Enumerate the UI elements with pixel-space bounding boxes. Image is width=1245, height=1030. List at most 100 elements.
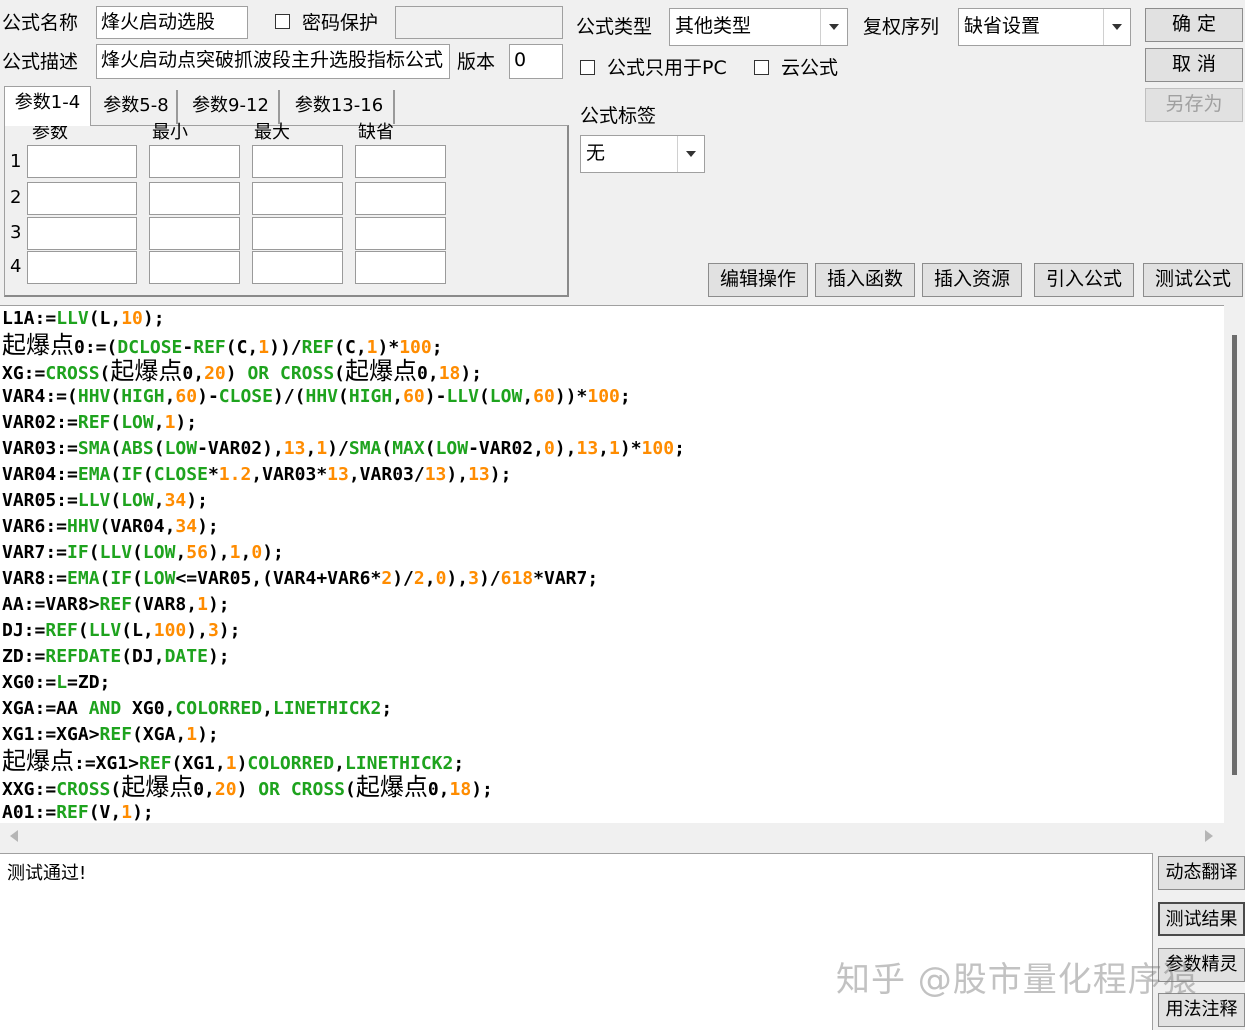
code-token: - [182,337,194,358]
edit-operations-button[interactable]: 编辑操作 [708,263,808,297]
code-token: 10 [121,308,143,329]
code-token: 0 [251,542,263,563]
cloud-checkbox[interactable] [754,60,769,75]
code-line: VAR05:=LLV(LOW,34); [2,488,208,514]
param-default-input[interactable] [355,217,446,250]
param-name-input[interactable] [27,217,137,250]
code-token: )/ [392,568,414,589]
scrollbar-thumb[interactable] [1232,335,1237,775]
param-name-input[interactable] [27,182,137,215]
code-line: VAR4:=(HHV(HIGH,60)-CLOSE)/(HHV(HIGH,60)… [2,384,631,410]
code-token: 13 [327,464,349,485]
code-token: , [392,386,404,407]
code-token: (DJ, [121,646,165,667]
param-min-input[interactable] [149,182,240,215]
scroll-left-icon[interactable] [10,830,18,842]
cancel-button[interactable]: 取 消 [1145,48,1243,82]
param-max-input[interactable] [252,217,343,250]
code-token: VAR4:=( [2,386,78,407]
horizontal-scrollbar[interactable] [0,823,1245,849]
code-token: )* [377,337,400,358]
code-token: 起爆点 [2,331,74,359]
test-formula-button[interactable]: 测试公式 [1143,263,1243,297]
restore-select[interactable]: 缺省设置 [958,8,1131,46]
password-input[interactable] [395,6,563,39]
code-token: ); [262,542,284,563]
dynamic-translate-button[interactable]: 动态翻译 [1158,856,1245,890]
code-token: ); [142,308,165,329]
code-token: LLV [77,490,111,511]
param-max-input[interactable] [252,145,343,178]
code-token: ( [132,568,143,589]
output-panel[interactable]: 测试通过! [0,853,1153,1030]
tab-params-1-4[interactable]: 参数1-4 [4,86,91,126]
chevron-down-icon[interactable] [677,136,704,172]
save-as-button[interactable]: 另存为 [1145,88,1243,122]
insert-function-button[interactable]: 插入函数 [815,263,915,297]
password-checkbox[interactable] [275,14,290,29]
formula-name-input[interactable]: 烽火启动选股 [96,6,248,39]
code-token: ); [218,620,241,641]
code-token: ( [424,438,436,459]
param-row-number: 2 [10,187,22,208]
code-token: 2 [381,568,393,589]
param-name-input[interactable] [27,251,137,284]
code-token: 34 [164,490,187,511]
formula-tag-select[interactable]: 无 [580,135,705,173]
code-token: 60 [175,386,198,407]
code-token: LLV [446,386,479,407]
param-default-input[interactable] [355,145,446,178]
param-row-number: 4 [10,256,22,277]
code-token: VAR02:= [2,412,78,433]
code-line: L1A:=LLV(L,10); [2,306,165,332]
code-token: )/ [478,568,501,589]
param-name-input[interactable] [27,145,137,178]
code-token: -VAR02), [197,438,284,459]
code-token: LINETHICK2 [272,698,382,719]
code-editor[interactable]: L1A:=LLV(L,10); 起爆点0:=(DCLOSE-REF(C,1))/R… [0,305,1224,824]
import-formula-button[interactable]: 引入公式 [1034,263,1134,297]
code-token: , [424,568,436,589]
formula-desc-input[interactable]: 烽火启动点突破抓波段主升选股指标公式 [96,44,450,79]
tab-params-13-16[interactable]: 参数13-16 [285,90,395,124]
code-token: ); [489,464,512,485]
version-input[interactable]: 0 [509,44,563,79]
param-default-input[interactable] [355,251,446,284]
param-max-input[interactable] [252,251,343,284]
param-min-input[interactable] [149,251,240,284]
code-token: (L, [88,308,122,329]
pc-only-checkbox[interactable] [580,60,595,75]
code-token: ( [99,568,111,589]
code-token: 1 [164,412,176,433]
code-token: ( [110,490,122,511]
tab-params-9-12[interactable]: 参数9-12 [183,90,280,124]
param-min-input[interactable] [149,217,240,250]
code-token: COLORRED [247,753,335,774]
insert-resource-button[interactable]: 插入资源 [922,263,1022,297]
param-default-input[interactable] [355,182,446,215]
code-token: 0 [543,438,555,459]
test-result-button[interactable]: 测试结果 [1158,902,1245,936]
code-token: LOW [164,438,198,459]
ok-button[interactable]: 确 定 [1145,8,1243,42]
param-min-input[interactable] [149,145,240,178]
chevron-down-icon[interactable] [820,9,847,45]
code-token: =ZD; [67,672,111,693]
code-token: AND [88,698,122,719]
code-token: * [207,464,219,485]
code-token: EMA [67,568,100,589]
code-token: )* [619,438,642,459]
scroll-right-icon[interactable] [1205,830,1213,842]
vertical-scrollbar[interactable] [1224,305,1245,823]
restore-value: 缺省设置 [964,15,1041,37]
formula-type-select[interactable]: 其他类型 [669,8,848,46]
code-token: ) [236,753,248,774]
tab-params-5-8[interactable]: 参数5-8 [96,90,178,124]
code-token: ); [186,490,208,511]
code-token: , [262,698,273,719]
code-token: 0, [417,363,439,384]
code-token: 100 [641,438,675,459]
chevron-down-icon[interactable] [1103,9,1130,45]
param-max-input[interactable] [252,182,343,215]
code-token: 60 [533,386,555,407]
